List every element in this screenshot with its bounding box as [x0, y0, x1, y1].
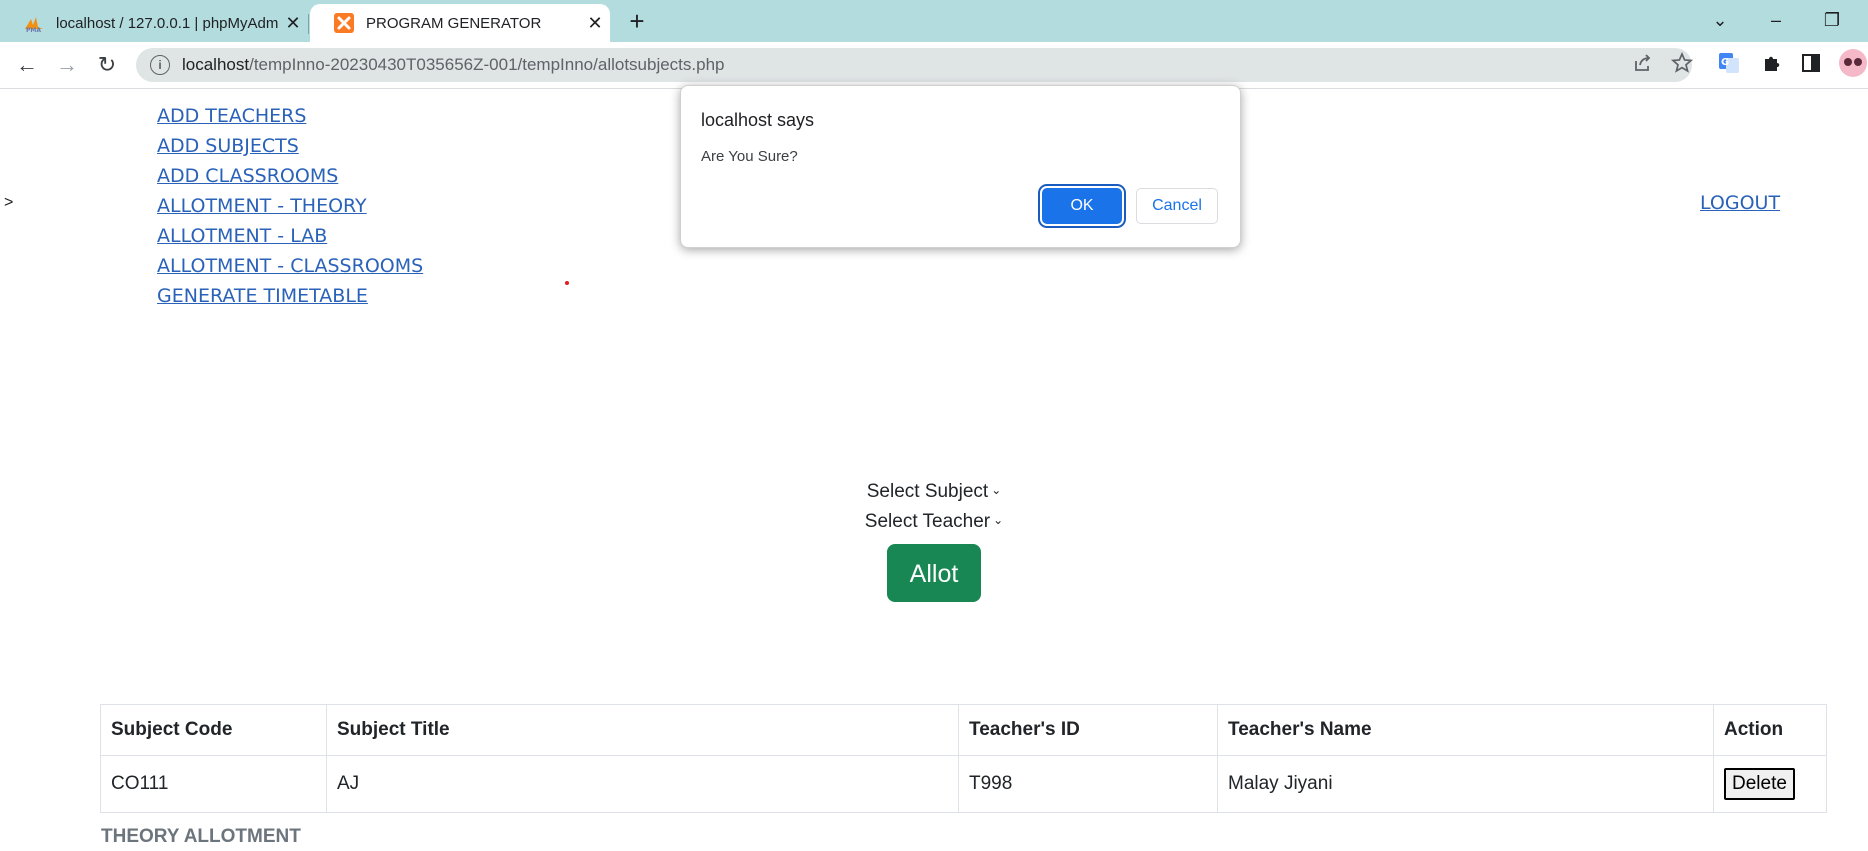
close-icon[interactable]: ✕: [278, 13, 308, 34]
confirm-dialog: localhost says Are You Sure? OK Cancel: [680, 85, 1241, 248]
forward-icon[interactable]: →: [52, 50, 82, 80]
site-info-icon[interactable]: i: [150, 55, 170, 75]
chevron-down-icon: ⌄: [991, 483, 1002, 497]
delete-button[interactable]: Delete: [1724, 768, 1795, 800]
bookmark-star-icon[interactable]: [1671, 52, 1693, 74]
restore-icon[interactable]: ❐: [1812, 4, 1852, 36]
tab-title: PROGRAM GENERATOR: [366, 14, 542, 32]
table-header-row: Subject Code Subject Title Teacher's ID …: [100, 704, 1827, 756]
col-teacher-id: Teacher's ID: [958, 704, 1218, 756]
cell-action: Delete: [1713, 755, 1827, 813]
col-subject-title: Subject Title: [326, 704, 959, 756]
nav-add-subjects[interactable]: ADD SUBJECTS: [157, 131, 423, 161]
extensions-puzzle-icon[interactable]: [1761, 52, 1783, 74]
nav-add-classrooms[interactable]: ADD CLASSROOMS: [157, 161, 423, 191]
tab-search-chevron-icon[interactable]: ⌄: [1700, 4, 1740, 36]
teacher-select-label: Select Teacher: [864, 511, 991, 532]
red-dot: [565, 281, 569, 285]
close-icon[interactable]: ✕: [580, 13, 610, 34]
subject-select-label: Select Subject: [866, 481, 989, 502]
tab-phpmyadmin[interactable]: PMA localhost / 127.0.0.1 | phpMyAdmin ✕: [0, 4, 308, 42]
tab-divider: [308, 14, 309, 34]
url-host: localhost: [182, 55, 250, 74]
phpmyadmin-icon: PMA: [25, 17, 43, 33]
nav-allotment-classrooms[interactable]: ALLOTMENT - CLASSROOMS: [157, 251, 423, 281]
tab-title: localhost / 127.0.0.1 | phpMyAdmin: [56, 14, 278, 32]
subject-select[interactable]: Select Subject ⌄: [0, 476, 1868, 506]
translate-icon[interactable]: G: [1718, 52, 1740, 74]
ok-button[interactable]: OK: [1042, 188, 1122, 224]
nav-add-teachers[interactable]: ADD TEACHERS: [157, 101, 423, 131]
xampp-icon: [334, 13, 354, 33]
cell-subject-code: CO111: [100, 755, 327, 813]
nav-generate-timetable[interactable]: GENERATE TIMETABLE: [157, 281, 423, 311]
stray-text: >: [4, 194, 14, 211]
logout-link[interactable]: LOGOUT: [1700, 192, 1780, 214]
col-action: Action: [1713, 704, 1827, 756]
url-path: /tempInno-20230430T035656Z-001/tempInno/…: [249, 55, 725, 74]
nav-allotment-theory[interactable]: ALLOTMENT - THEORY: [157, 191, 423, 221]
main-nav: ADD TEACHERS ADD SUBJECTS ADD CLASSROOMS…: [157, 101, 423, 311]
reload-icon[interactable]: ↻: [92, 50, 122, 80]
back-icon[interactable]: ←: [12, 50, 42, 80]
new-tab-icon[interactable]: +: [622, 6, 652, 36]
dialog-message: Are You Sure?: [701, 148, 798, 165]
col-subject-code: Subject Code: [100, 704, 327, 756]
dialog-title: localhost says: [701, 110, 815, 130]
allotment-table: Subject Code Subject Title Teacher's ID …: [100, 704, 1827, 813]
tab-strip: PMA localhost / 127.0.0.1 | phpMyAdmin ✕…: [0, 0, 1868, 42]
table-row: CO111 AJ T998 Malay Jiyani Delete: [100, 755, 1827, 813]
cancel-button[interactable]: Cancel: [1136, 188, 1218, 224]
table-caption: THEORY ALLOTMENT: [101, 826, 301, 847]
allot-button[interactable]: Allot: [887, 544, 981, 602]
address-bar[interactable]: i localhost /tempInno-20230430T035656Z-0…: [136, 48, 1692, 82]
profile-avatar[interactable]: [1838, 48, 1868, 78]
allot-form: Select Subject ⌄ Select Teacher ⌄ Allot: [0, 476, 1868, 602]
minimize-icon[interactable]: –: [1756, 4, 1796, 36]
teacher-select[interactable]: Select Teacher ⌄: [0, 506, 1868, 536]
cell-teacher-name: Malay Jiyani: [1217, 755, 1714, 813]
side-panel-icon[interactable]: [1800, 52, 1822, 74]
browser-toolbar: ← → ↻ i localhost /tempInno-20230430T035…: [0, 42, 1868, 89]
nav-allotment-lab[interactable]: ALLOTMENT - LAB: [157, 221, 423, 251]
svg-text:G: G: [1721, 57, 1729, 68]
tab-program-generator[interactable]: PROGRAM GENERATOR ✕: [310, 4, 610, 42]
chevron-down-icon: ⌄: [993, 513, 1004, 527]
share-icon[interactable]: [1632, 52, 1654, 74]
svg-text:PMA: PMA: [26, 27, 41, 33]
cell-teacher-id: T998: [958, 755, 1218, 813]
col-teacher-name: Teacher's Name: [1217, 704, 1714, 756]
cell-subject-title: AJ: [326, 755, 959, 813]
